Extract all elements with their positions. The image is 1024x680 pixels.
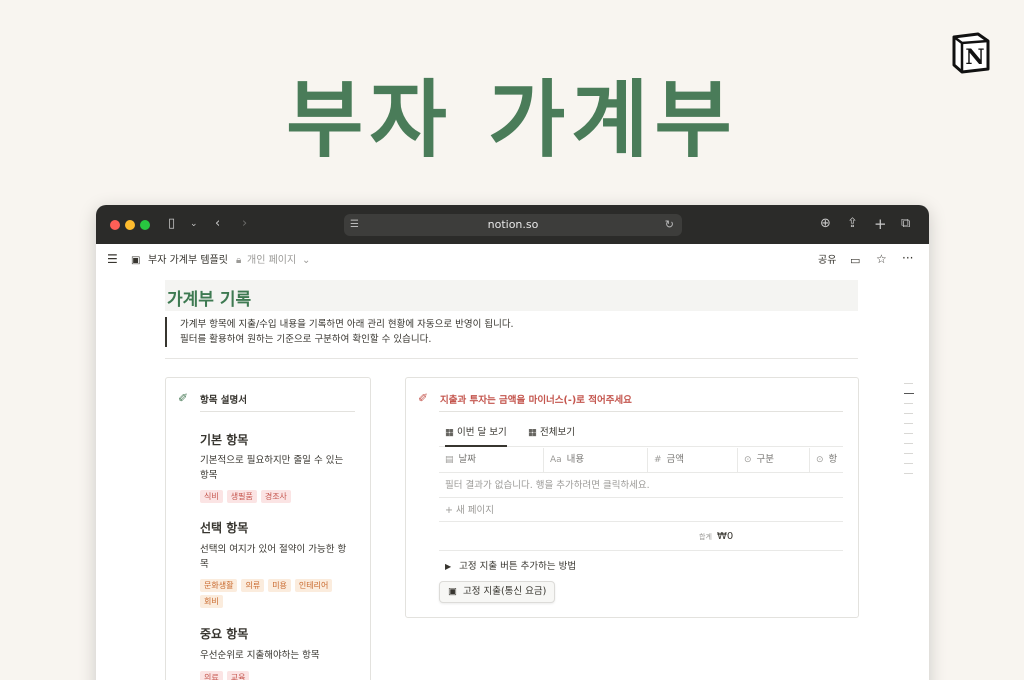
ledger-heading: 지출과 투자는 금액을 마이너스(-)로 적어주세요: [440, 395, 632, 406]
sum-label: 합계: [699, 533, 712, 541]
notion-logo-icon: N: [952, 32, 990, 74]
hero-title: 부자 가계부: [286, 71, 738, 169]
page-title: 가계부 기록: [165, 280, 858, 311]
share-icon[interactable]: ⇪: [847, 215, 858, 233]
select-icon: ⊙: [744, 455, 752, 465]
fixed-expense-button[interactable]: ▣ 고정 지출(통신 요금): [439, 581, 556, 603]
visibility-label[interactable]: 개인 페이지: [247, 254, 296, 268]
svg-text:N: N: [965, 44, 984, 69]
section-desc: 기본적으로 필요하지만 줄일 수 있는 항목: [200, 455, 344, 481]
section-desc: 선택의 여지가 있어 절약이 가능한 항목: [200, 544, 347, 570]
tag: 생필품: [226, 490, 257, 503]
sum-value: ₩0: [717, 531, 734, 542]
column-header-amount[interactable]: # 금액: [647, 448, 737, 472]
money-icon: ▣: [448, 586, 457, 597]
number-icon: #: [654, 455, 662, 465]
tag: 식비: [200, 490, 223, 503]
comment-icon[interactable]: ▭: [850, 254, 860, 268]
download-icon[interactable]: ⊕: [820, 215, 831, 233]
calendar-icon: ▤: [445, 455, 454, 465]
column-header-date[interactable]: ▤ 날짜: [439, 448, 543, 472]
table-icon: ▦: [528, 427, 540, 438]
url-text: notion.so: [487, 218, 539, 231]
minimize-window-button[interactable]: [125, 220, 135, 230]
toggle-block[interactable]: ▶ 고정 지출 버튼 추가하는 방법: [445, 560, 576, 574]
address-bar[interactable]: ☰ notion.so ↻: [344, 214, 682, 236]
guide-callout: ✐ 항목 설명서 기본 항목 기본적으로 필요하지만 줄일 수 있는 항목 식비…: [165, 377, 371, 680]
column-header-content[interactable]: Aa 내용: [543, 448, 647, 472]
more-icon[interactable]: ···: [902, 251, 913, 265]
share-button[interactable]: 공유: [818, 254, 836, 268]
tag-list: 의료 교육: [200, 670, 360, 680]
tag-list: 문화생활 의류 미용 인테리어회비: [200, 578, 360, 610]
divider: [165, 358, 858, 359]
notion-topbar: ☰ ▣ 부자 가계부 템플릿 🔒︎ 개인 페이지 ⌄ 공유 ▭ ☆ ···: [96, 244, 929, 278]
breadcrumb-page[interactable]: 부자 가계부 템플릿: [148, 254, 228, 268]
plus-icon: +: [445, 505, 456, 516]
tag: 문화생활: [200, 579, 238, 592]
section-title: 중요 항목: [200, 627, 249, 641]
quote-line: 가계부 항목에 지출/수입 내용을 기록하면 아래 관리 현황에 자동으로 반영…: [180, 319, 514, 330]
empty-filter-row[interactable]: 필터 결과가 없습니다. 행을 추가하려면 클릭하세요.: [439, 474, 843, 498]
table-icon: ▦: [445, 427, 457, 438]
lock-icon: 🔒︎: [236, 255, 242, 266]
guide-heading: 항목 설명서: [200, 395, 248, 406]
back-icon[interactable]: ‹: [215, 215, 220, 233]
sidebar-toggle-icon[interactable]: ▯: [168, 215, 175, 233]
tag: 경조사: [260, 490, 291, 503]
triangle-right-icon: ▶: [445, 562, 452, 571]
new-page-button[interactable]: + 새 페이지: [439, 499, 843, 522]
tag: 미용: [268, 579, 291, 592]
description-quote: 가계부 항목에 지출/수입 내용을 기록하면 아래 관리 현황에 자동으로 반영…: [165, 317, 514, 347]
tag: 의료: [200, 671, 223, 680]
close-window-button[interactable]: [110, 220, 120, 230]
forward-icon[interactable]: ›: [242, 215, 247, 233]
column-header-category[interactable]: ⊙ 구분: [737, 448, 809, 472]
browser-window: ▯ ⌄ ‹ › ☰ notion.so ↻ ⊕ ⇪ + ⧉ ☰ ▣ 부자 가계부…: [96, 205, 929, 680]
section-desc: 우선순위로 지출해야하는 항목: [200, 650, 320, 661]
section-title: 기본 항목: [200, 433, 249, 447]
table-of-contents-minimap[interactable]: [904, 383, 914, 483]
tab-all[interactable]: ▦ 전체보기: [528, 426, 575, 440]
view-tabs: ▦ 이번 달 보기 ▦ 전체보기: [439, 421, 843, 447]
chevron-down-icon[interactable]: ⌄: [190, 215, 198, 233]
tab-this-month[interactable]: ▦ 이번 달 보기: [445, 426, 507, 447]
tag: 교육: [226, 671, 250, 680]
tag-list: 식비 생필품 경조사: [200, 489, 360, 505]
maximize-window-button[interactable]: [140, 220, 150, 230]
browser-titlebar: ▯ ⌄ ‹ › ☰ notion.so ↻ ⊕ ⇪ + ⧉: [96, 205, 929, 244]
table-header: ▤ 날짜 Aa 내용 # 금액 ⊙ 구분 ⊙ 항: [439, 448, 843, 473]
sum-row: 합계 ₩0: [439, 523, 843, 551]
new-tab-icon[interactable]: +: [874, 215, 887, 233]
reload-icon[interactable]: ↻: [665, 214, 674, 236]
text-icon: Aa: [550, 455, 562, 465]
tag: 인테리어: [294, 579, 333, 592]
tag: 회비: [200, 595, 223, 608]
pin-icon: ✐: [418, 391, 429, 405]
divider: [200, 411, 355, 412]
select-icon: ⊙: [816, 455, 824, 465]
chevron-down-icon[interactable]: ⌄: [302, 254, 310, 268]
column-header-item[interactable]: ⊙ 항: [809, 448, 843, 472]
pin-icon: ✐: [178, 391, 189, 405]
menu-icon[interactable]: ☰: [107, 252, 118, 266]
tab-overview-icon[interactable]: ⧉: [901, 215, 910, 233]
section-title: 선택 항목: [200, 521, 249, 535]
ledger-callout: ✐ 지출과 투자는 금액을 마이너스(-)로 적어주세요 ▦ 이번 달 보기 ▦…: [405, 377, 859, 618]
page-settings-icon[interactable]: ☰: [350, 214, 359, 236]
tag: 의류: [241, 579, 265, 592]
quote-line: 필터를 활용하여 원하는 기준으로 구분하여 확인할 수 있습니다.: [180, 334, 432, 345]
divider: [439, 411, 843, 412]
star-icon[interactable]: ☆: [876, 252, 887, 266]
money-icon: ▣: [131, 255, 141, 266]
